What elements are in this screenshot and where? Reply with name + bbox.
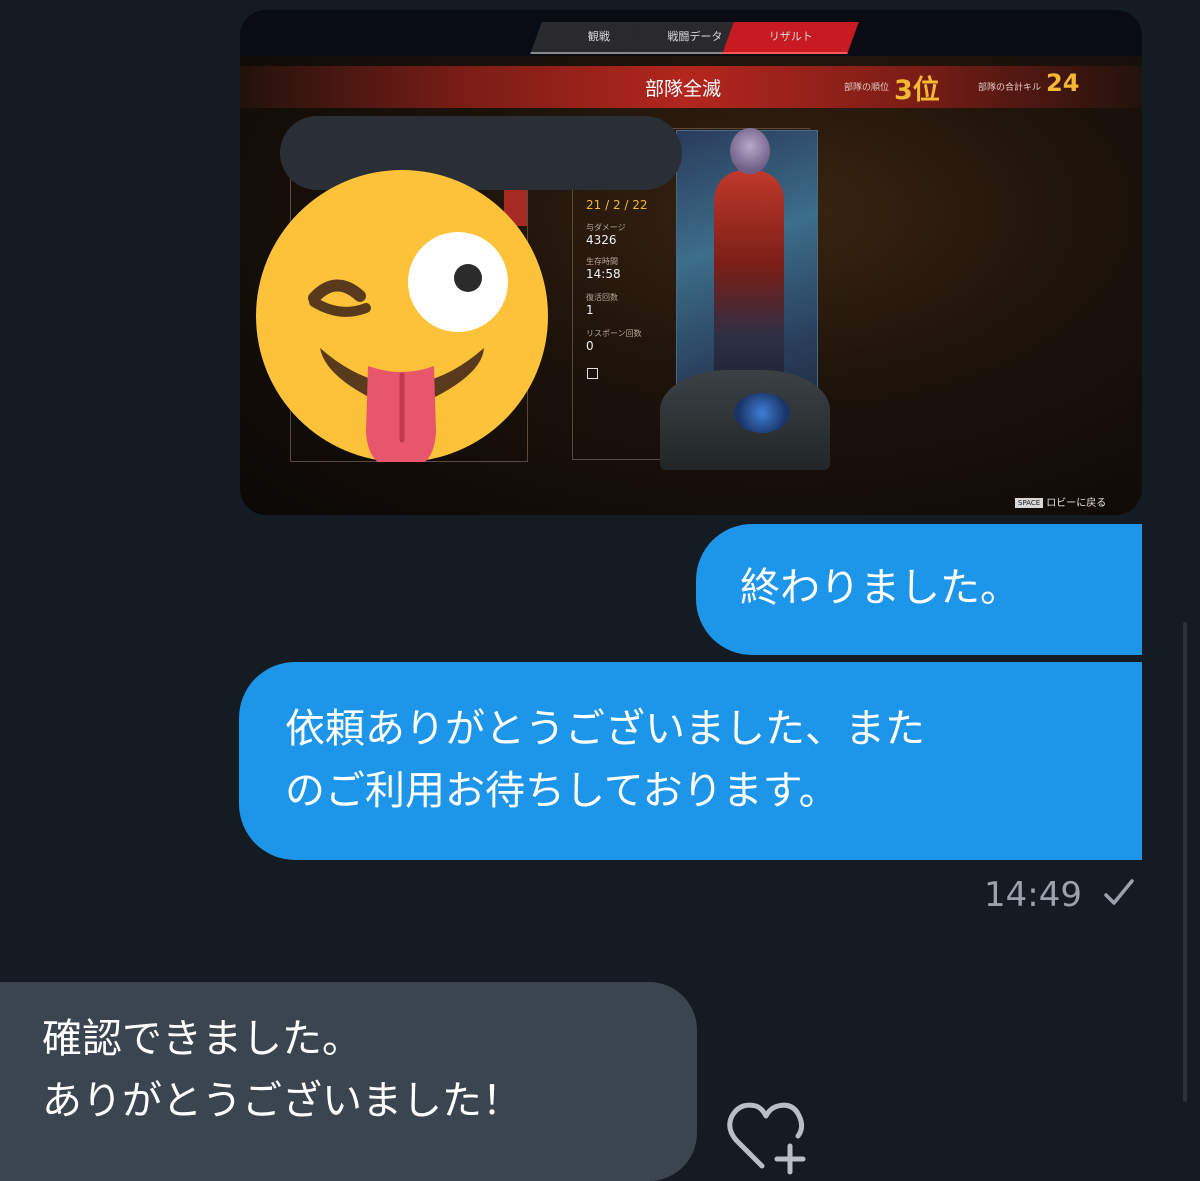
image-message[interactable]: 観戦 戦闘データ リザルト 部隊全滅 部隊の順位 3位 部隊の合計キル 24 2…: [240, 10, 1142, 515]
read-check-icon: [1104, 879, 1134, 905]
damage-label: 与ダメージ: [586, 223, 626, 232]
revive-label: 復活回数: [586, 293, 618, 302]
game-tab-result: リザルト: [722, 22, 859, 54]
message-text: 終わりました。: [740, 565, 1020, 611]
message-text-line1: 確認できました。: [42, 1016, 362, 1062]
banner-title: 部隊全滅: [645, 78, 722, 100]
squad-rank-value: 3位: [894, 75, 940, 106]
emoji-features: [308, 232, 508, 470]
respawn-value: 0: [586, 339, 594, 353]
message-text-line1: 依頼ありがとうございました、また: [285, 706, 925, 752]
message-text-line2: のご利用お待ちしております。: [285, 768, 839, 814]
sent-message-bubble[interactable]: 終わりました。: [696, 524, 1142, 655]
survival-stat: 生存時間 14:58: [586, 256, 621, 281]
space-key-icon: SPACE: [1015, 498, 1044, 508]
revive-value: 1: [586, 303, 594, 317]
legend-character-head: [730, 128, 770, 174]
sent-message-bubble[interactable]: 依頼ありがとうございました、また のご利用お待ちしております。: [239, 662, 1142, 860]
message-timestamp: 14:49: [984, 875, 1082, 915]
drone-gadget: [734, 393, 790, 433]
winking-face-with-tongue-icon: [256, 170, 548, 470]
share-icon: [587, 368, 598, 379]
message-text-line2: ありがとうございました！: [42, 1078, 522, 1124]
add-reaction-heart-icon[interactable]: [724, 1096, 812, 1176]
return-to-lobby-label: ロビーに戻る: [1046, 498, 1107, 509]
damage-stat: 与ダメージ 4326: [586, 222, 626, 247]
squad-kills-label: 部隊の合計キル: [978, 83, 1042, 93]
respawn-stat: リスポーン回数 0: [586, 328, 642, 353]
received-message-bubble[interactable]: 確認できました。 ありがとうございました！: [0, 982, 697, 1181]
kda-value: 21 / 2 / 22: [586, 198, 648, 212]
survival-label: 生存時間: [586, 257, 618, 266]
damage-value: 4326: [586, 233, 617, 247]
respawn-label: リスポーン回数: [586, 329, 642, 338]
squad-kills-value: 24: [1046, 69, 1080, 97]
survival-value: 14:58: [586, 267, 621, 281]
revive-stat: 復活回数 1: [586, 292, 618, 317]
squad-rank-label: 部隊の順位: [844, 83, 890, 93]
return-to-lobby-hint: SPACE ロビーに戻る: [1015, 494, 1106, 509]
scrollbar[interactable]: [1183, 622, 1187, 1102]
